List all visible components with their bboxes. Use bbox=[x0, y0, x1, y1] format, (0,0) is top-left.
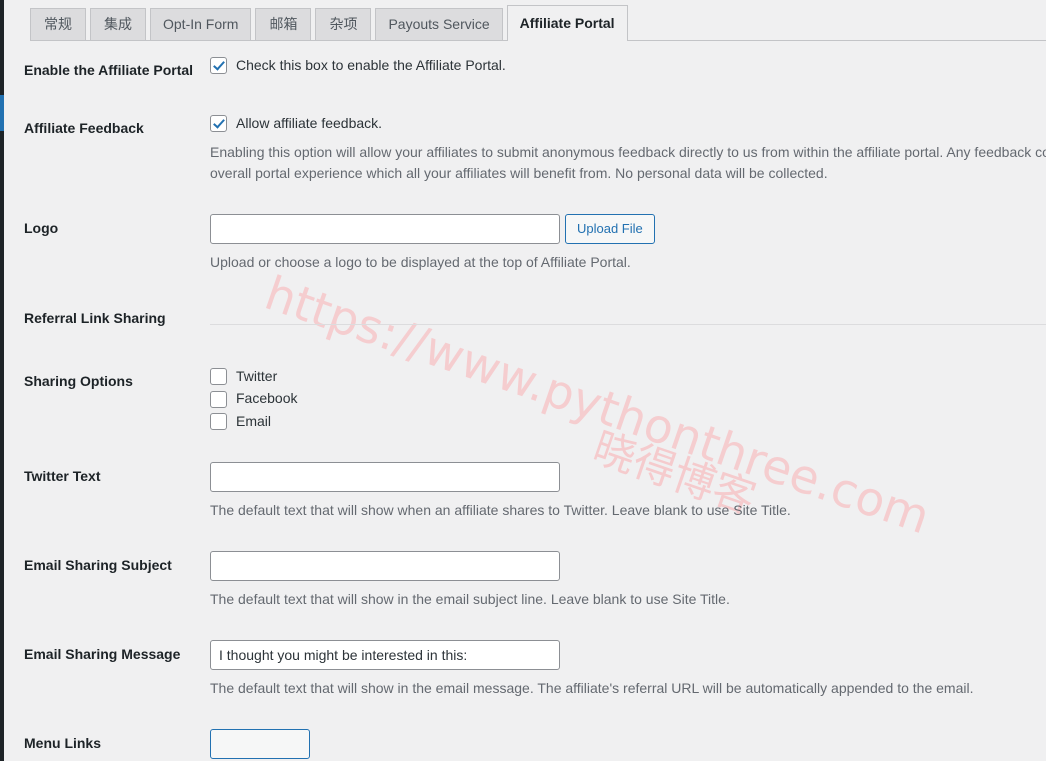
affiliate-feedback-checkbox-line[interactable]: Allow affiliate feedback. bbox=[210, 114, 1036, 134]
row-email-sharing-subject: Email Sharing Subject The default text t… bbox=[0, 536, 1046, 625]
tab-strip: 常规 集成 Opt-In Form 邮箱 杂项 Payouts Service … bbox=[30, 5, 632, 41]
tab-affiliate-portal[interactable]: Affiliate Portal bbox=[506, 5, 628, 41]
field-affiliate-feedback: Allow affiliate feedback. Enabling this … bbox=[210, 99, 1046, 199]
field-twitter-text: The default text that will show when an … bbox=[210, 447, 1046, 536]
tab-opt-in-form[interactable]: Opt-In Form bbox=[150, 8, 252, 41]
field-logo: Upload File Upload or choose a logo to b… bbox=[210, 199, 1046, 288]
email-sharing-subject-input[interactable] bbox=[210, 550, 560, 581]
field-sharing-options: Twitter Facebook Email bbox=[210, 352, 1046, 447]
tab-integrations[interactable]: 集成 bbox=[90, 8, 146, 41]
menu-links-control[interactable] bbox=[210, 728, 310, 759]
field-email-sharing-subject: The default text that will show in the e… bbox=[210, 536, 1046, 625]
email-checkbox[interactable] bbox=[210, 413, 227, 431]
logo-input-group: Upload File bbox=[210, 213, 1036, 244]
field-enable-portal: Check this box to enable the Affiliate P… bbox=[210, 41, 1046, 91]
row-logo: Logo Upload File Upload or choose a logo… bbox=[0, 199, 1046, 288]
label-sharing-options: Sharing Options bbox=[24, 372, 133, 389]
row-enable-portal: Enable the Affiliate Portal Check this b… bbox=[0, 41, 1046, 99]
row-referral-link-sharing: Referral Link Sharing bbox=[0, 288, 1046, 352]
logo-input[interactable] bbox=[210, 213, 560, 244]
sharing-option-facebook[interactable]: Facebook bbox=[210, 389, 1036, 409]
label-affiliate-feedback: Affiliate Feedback bbox=[24, 120, 144, 137]
row-email-sharing-message: Email Sharing Message The default text t… bbox=[0, 625, 1046, 714]
tab-payouts-service[interactable]: Payouts Service bbox=[375, 8, 503, 41]
row-affiliate-feedback: Affiliate Feedback Allow affiliate feedb… bbox=[0, 99, 1046, 199]
row-menu-links: Menu Links bbox=[0, 714, 1046, 761]
twitter-text-input[interactable] bbox=[210, 461, 560, 492]
settings-form: Enable the Affiliate Portal Check this b… bbox=[0, 41, 1046, 761]
sharing-option-email[interactable]: Email bbox=[210, 412, 1036, 432]
admin-settings-screen: https://www.pythonthree.com 晓得博客 常规 集成 O… bbox=[0, 0, 1046, 761]
section-divider-cell bbox=[210, 288, 1046, 352]
affiliate-feedback-description: Enabling this option will allow your aff… bbox=[210, 143, 1046, 181]
row-twitter-text: Twitter Text The default text that will … bbox=[0, 447, 1046, 536]
twitter-checkbox[interactable] bbox=[210, 368, 227, 386]
twitter-text-description: The default text that will show when an … bbox=[210, 501, 791, 518]
enable-portal-checkbox[interactable] bbox=[210, 57, 227, 75]
facebook-checkbox-label[interactable]: Facebook bbox=[236, 389, 297, 409]
tab-general[interactable]: 常规 bbox=[30, 8, 86, 41]
affiliate-feedback-checkbox[interactable] bbox=[210, 115, 227, 133]
row-sharing-options: Sharing Options Twitter Facebook Email bbox=[0, 352, 1046, 447]
email-sharing-message-input[interactable] bbox=[210, 639, 560, 670]
twitter-checkbox-label[interactable]: Twitter bbox=[236, 367, 277, 387]
facebook-checkbox[interactable] bbox=[210, 390, 227, 408]
email-sharing-subject-description: The default text that will show in the e… bbox=[210, 590, 730, 607]
label-email-sharing-message: Email Sharing Message bbox=[24, 645, 181, 662]
section-heading-referral-link-sharing: Referral Link Sharing bbox=[24, 309, 166, 326]
section-divider bbox=[210, 324, 1046, 326]
settings-tabs: 常规 集成 Opt-In Form 邮箱 杂项 Payouts Service … bbox=[0, 0, 1046, 41]
field-menu-links bbox=[210, 714, 1046, 761]
label-email-sharing-subject: Email Sharing Subject bbox=[24, 556, 172, 573]
label-twitter-text: Twitter Text bbox=[24, 467, 101, 484]
label-menu-links: Menu Links bbox=[24, 734, 102, 751]
enable-portal-checkbox-line[interactable]: Check this box to enable the Affiliate P… bbox=[210, 56, 1036, 76]
enable-portal-checkbox-label[interactable]: Check this box to enable the Affiliate P… bbox=[236, 56, 506, 76]
sharing-option-twitter[interactable]: Twitter bbox=[210, 367, 1036, 387]
label-logo: Logo bbox=[24, 219, 59, 236]
tab-misc[interactable]: 杂项 bbox=[315, 8, 372, 41]
upload-file-button[interactable]: Upload File bbox=[565, 213, 655, 244]
email-sharing-message-description: The default text that will show in the e… bbox=[210, 679, 974, 696]
field-email-sharing-message: The default text that will show in the e… bbox=[210, 625, 1046, 714]
tab-email[interactable]: 邮箱 bbox=[255, 8, 312, 41]
logo-description: Upload or choose a logo to be displayed … bbox=[210, 253, 631, 270]
affiliate-feedback-checkbox-label[interactable]: Allow affiliate feedback. bbox=[236, 114, 382, 134]
label-enable-portal: Enable the Affiliate Portal bbox=[24, 62, 194, 78]
email-checkbox-label[interactable]: Email bbox=[236, 412, 271, 432]
